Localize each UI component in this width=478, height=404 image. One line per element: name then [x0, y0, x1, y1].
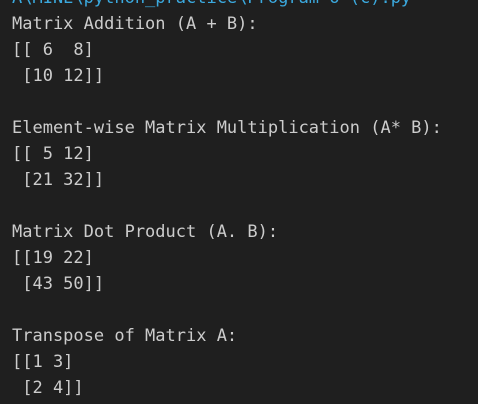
- output-line-elementwise-row-2: [21 32]]: [12, 170, 105, 190]
- output-line-transpose-row-1: [[1 3]: [12, 352, 74, 372]
- output-line-dot-product-heading: Matrix Dot Product (A. B):: [12, 222, 279, 242]
- output-line-elementwise-row-1: [[ 5 12]: [12, 144, 94, 164]
- script-path-line: A\MINE\python_practice\Program-6-(c).py: [12, 0, 411, 11]
- output-line-transpose-row-2: [2 4]]: [12, 378, 84, 398]
- output-line-addition-row-2: [10 12]]: [12, 66, 105, 86]
- output-line-dot-product-row-2: [43 50]]: [12, 274, 105, 294]
- output-line-addition-row-1: [[ 6 8]: [12, 40, 94, 60]
- output-line-addition-heading: Matrix Addition (A + B):: [12, 14, 258, 34]
- output-line-transpose-heading: Transpose of Matrix A:: [12, 326, 238, 346]
- output-line-elementwise-heading: Element-wise Matrix Multiplication (A* B…: [12, 118, 442, 138]
- terminal-output: A\MINE\python_practice\Program-6-(c).py …: [0, 0, 478, 404]
- output-line-dot-product-row-1: [[19 22]: [12, 248, 94, 268]
